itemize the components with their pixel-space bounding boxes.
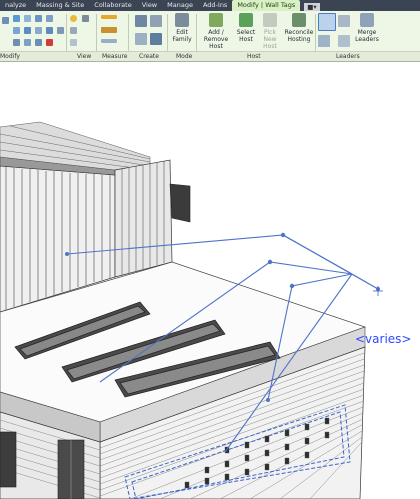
tab-view[interactable]: View (137, 0, 162, 11)
reconcile-hosting-button[interactable]: Reconcile Hosting (284, 13, 314, 43)
pick-new-host-label-1: Pick New (263, 29, 277, 43)
panel-label-leaders: Leaders (336, 53, 360, 60)
wall-tag-label[interactable]: <varies> (355, 332, 411, 346)
select-host-label-2: Host (239, 36, 253, 43)
linework-icon[interactable] (70, 39, 77, 46)
create-similar-icon[interactable] (135, 15, 147, 27)
hide-element-icon[interactable] (70, 27, 77, 34)
edit-family-button[interactable]: Edit Family (170, 13, 194, 43)
merge-leaders-label-2: Leaders (355, 36, 379, 43)
merge-leaders-label-1: Merge (357, 29, 377, 36)
reconcile-hosting-label-1: Reconcile (284, 29, 314, 36)
align-icon[interactable] (13, 15, 20, 22)
pick-new-host-button[interactable]: Pick New Host (257, 13, 283, 50)
rotate-icon[interactable] (24, 39, 31, 46)
measure-icon[interactable] (101, 15, 117, 19)
panel-label-measure: Measure (102, 53, 128, 60)
reconcile-hosting-icon (292, 13, 306, 27)
add-remove-host-label-1: Add / Remove (203, 29, 229, 43)
panel-label-mode: Mode (176, 53, 193, 60)
tab-analyze[interactable]: nalyze (0, 0, 31, 11)
panel-label-row: Modify View Measure Create Mode Host Lea… (0, 51, 420, 61)
merge-leaders-icon (360, 13, 374, 27)
copy-icon[interactable] (24, 27, 31, 34)
create-parts-icon[interactable] (150, 33, 162, 45)
pin-icon[interactable] (46, 27, 53, 34)
select-host-button[interactable]: Select Host (236, 13, 256, 43)
edit-family-icon (175, 13, 189, 27)
add-remove-host-button[interactable]: Add / Remove Host (197, 13, 235, 50)
reconcile-hosting-label-2: Hosting (287, 36, 311, 43)
leader-attached-end-icon[interactable] (318, 13, 336, 31)
mirror-icon[interactable] (13, 39, 20, 46)
select-host-label-1: Select (236, 29, 256, 36)
tab-manage[interactable]: Manage (162, 0, 198, 11)
tab-modify-wall-tags[interactable]: Modify | Wall Tags (232, 0, 301, 11)
override-graphics-icon[interactable] (70, 15, 77, 22)
add-remove-host-icon (209, 13, 223, 27)
view-tool-icon[interactable] (82, 15, 89, 22)
scale-icon[interactable] (46, 15, 53, 22)
panel-label-view: View (77, 53, 92, 60)
panel-label-modify: Modify (0, 53, 20, 60)
panel-label-create: Create (139, 53, 159, 60)
panel-label-host: Host (247, 53, 261, 60)
add-remove-host-label-2: Host (209, 43, 223, 50)
ribbon-state-toggle[interactable]: ■▾ (304, 3, 320, 11)
create-group-icon[interactable] (135, 33, 147, 45)
create-assembly-icon[interactable] (150, 15, 162, 27)
paste-icon[interactable] (2, 17, 9, 24)
unpin-icon[interactable] (57, 27, 64, 34)
pick-new-host-label-2: Host (263, 43, 277, 50)
leader-free-end-icon[interactable] (338, 15, 350, 27)
move-icon[interactable] (24, 15, 31, 22)
dimension-icon[interactable] (101, 39, 117, 43)
offset-icon[interactable] (13, 27, 20, 34)
trim-icon[interactable] (35, 15, 42, 22)
split-icon[interactable] (35, 27, 42, 34)
array-icon[interactable] (35, 39, 42, 46)
pick-new-host-icon (263, 13, 277, 27)
edit-family-label-1: Edit (176, 29, 188, 36)
merge-leaders-button[interactable]: Merge Leaders (354, 13, 380, 43)
tab-massing-site[interactable]: Massing & Site (31, 0, 89, 11)
leader-elbow-icon[interactable] (338, 35, 350, 47)
edit-family-label-2: Family (172, 36, 192, 43)
drawing-canvas[interactable]: <varies> (0, 62, 420, 499)
delete-icon[interactable] (46, 39, 53, 46)
ribbon-tab-bar: nalyze Massing & Site Collaborate View M… (0, 0, 420, 11)
select-host-icon (239, 13, 253, 27)
aligned-dimension-icon[interactable] (101, 27, 117, 33)
tab-add-ins[interactable]: Add-Ins (198, 0, 232, 11)
leader-arrowhead-icon[interactable] (318, 35, 330, 47)
tab-collaborate[interactable]: Collaborate (89, 0, 136, 11)
